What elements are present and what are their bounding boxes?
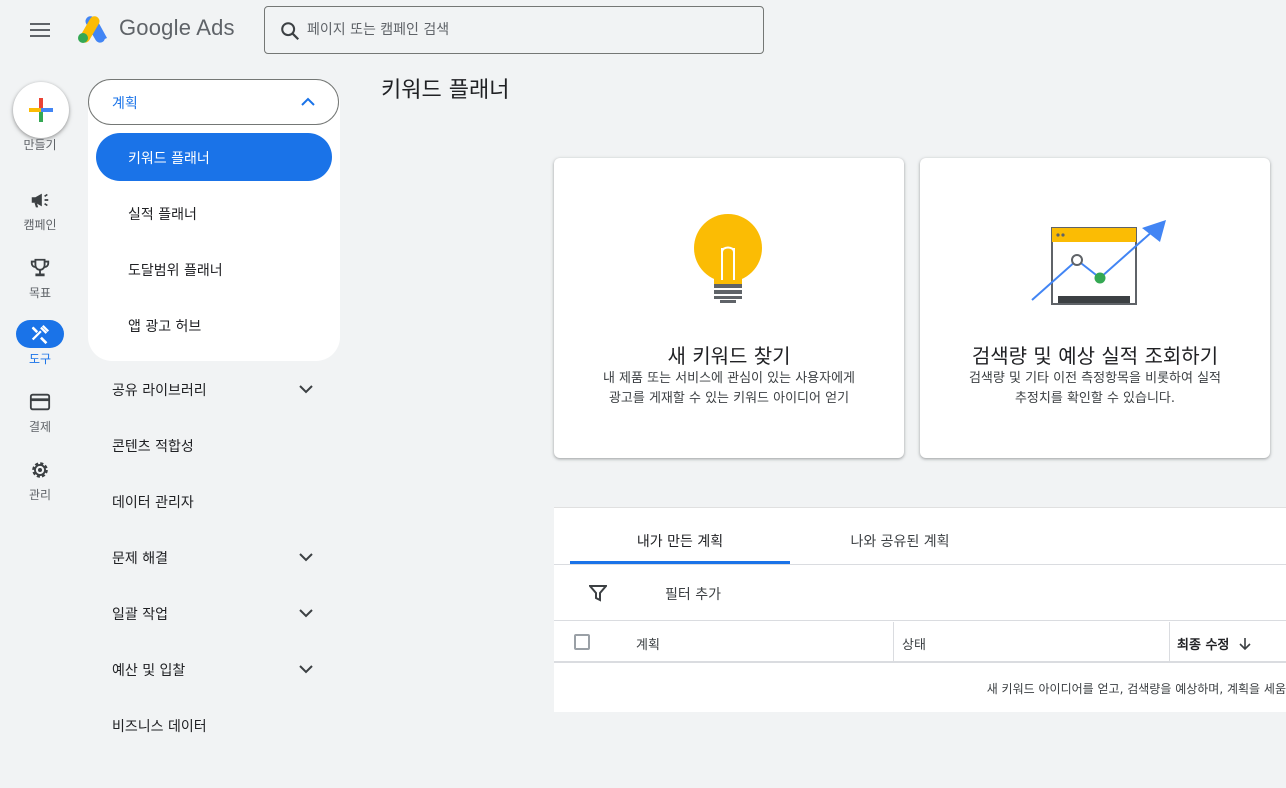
column-header-last-modified[interactable]: 최종 수정: [1177, 634, 1252, 653]
column-header-plan[interactable]: 계획: [636, 634, 660, 653]
subnav-item-content-suitability[interactable]: 콘텐츠 적합성: [88, 417, 340, 473]
empty-state-text: 새 키워드 아이디어를 얻고, 검색량을 예상하며, 계획을 세움: [986, 682, 1286, 696]
plans-panel: 내가 만든 계획 나와 공유된 계획 필터 추가 계획 상태 최종 수정 새 키…: [554, 507, 1286, 712]
trophy-icon: [30, 258, 50, 277]
tab-shared-plans[interactable]: 나와 공유된 계획: [790, 508, 1010, 564]
top-bar: Google Ads: [0, 0, 1286, 60]
rail-label: 관리: [28, 488, 52, 502]
tools-icon: [31, 324, 50, 345]
search-box[interactable]: [264, 6, 764, 54]
create-label: 만들기: [23, 138, 57, 152]
chevron-down-icon: [299, 553, 313, 562]
chevron-down-icon: [299, 665, 313, 674]
main-menu-button[interactable]: [24, 16, 56, 44]
chevron-down-icon: [299, 385, 313, 394]
add-filter-button[interactable]: 필터 추가: [665, 584, 721, 604]
discover-keywords-card[interactable]: 새 키워드 찾기 내 제품 또는 서비스에 관심이 있는 사용자에게 광고를 게…: [554, 158, 904, 458]
table-header: 계획 상태 최종 수정: [554, 622, 1286, 663]
group-title: 계획: [112, 96, 138, 112]
megaphone-icon: [31, 193, 49, 208]
subnav-item-budgets-bidding[interactable]: 예산 및 입찰: [88, 641, 340, 697]
subnav-item-keyword-planner[interactable]: 키워드 플래너: [96, 133, 332, 181]
brand-name: Google Ads: [119, 15, 235, 40]
search-icon: [281, 22, 300, 41]
tools-subnav: 계획 키워드 플래너 실적 플래너 도달범위 플래너 앱 광고 허브 공유 라이…: [88, 79, 340, 753]
card-description: 검색량 및 기타 이전 측정항목을 비롯하여 실적 추정치를 확인할 수 있습니…: [968, 371, 1222, 406]
plus-icon: [29, 98, 53, 122]
rail-label: 캠페인: [23, 218, 57, 232]
subnav-item-shared-library[interactable]: 공유 라이브러리: [88, 361, 340, 417]
lightbulb-icon: [694, 214, 762, 303]
tab-my-plans[interactable]: 내가 만든 계획: [570, 508, 790, 564]
gear-icon: [32, 462, 48, 478]
google-ads-logo-icon: [78, 16, 107, 43]
rail-label: 도구: [28, 352, 52, 366]
card-description: 내 제품 또는 서비스에 관심이 있는 사용자에게 광고를 게재할 수 있는 키…: [602, 371, 856, 406]
column-header-status[interactable]: 상태: [902, 634, 926, 653]
subnav-item-reach-planner[interactable]: 도달범위 플래너: [96, 245, 332, 293]
filter-icon[interactable]: [589, 584, 607, 602]
chevron-down-icon: [299, 609, 313, 618]
search-input[interactable]: [307, 17, 747, 43]
rail-item-campaigns[interactable]: 캠페인: [0, 186, 80, 233]
rail-item-admin[interactable]: 관리: [0, 456, 80, 503]
subnav-item-data-manager[interactable]: 데이터 관리자: [88, 473, 340, 529]
subnav-item-performance-planner[interactable]: 실적 플래너: [96, 189, 332, 237]
select-all-checkbox[interactable]: [574, 634, 590, 650]
credit-card-icon: [29, 393, 51, 411]
subnav-item-business-data[interactable]: 비즈니스 데이터: [88, 697, 340, 753]
subnav-item-app-ads-hub[interactable]: 앱 광고 허브: [96, 301, 332, 349]
page-title: 키워드 플래너: [381, 78, 510, 103]
filter-bar: 필터 추가: [554, 565, 1286, 621]
card-title: 검색량 및 예상 실적 조회하기: [971, 344, 1219, 368]
hamburger-icon: [30, 23, 50, 25]
trend-chart-icon: [1031, 220, 1166, 305]
create-button[interactable]: [13, 82, 69, 138]
rail-item-goals[interactable]: 목표: [0, 254, 80, 301]
rail-label: 목표: [28, 286, 52, 300]
rail-label: 결제: [28, 420, 52, 434]
subnav-item-bulk-actions[interactable]: 일괄 작업: [88, 585, 340, 641]
planning-group-header[interactable]: 계획: [88, 79, 339, 125]
subnav-item-troubleshooting[interactable]: 문제 해결: [88, 529, 340, 585]
rail-item-billing[interactable]: 결제: [0, 388, 80, 435]
rail-item-tools[interactable]: 도구: [0, 320, 80, 367]
planning-group: 계획 키워드 플래너 실적 플래너 도달범위 플래너 앱 광고 허브: [88, 79, 340, 361]
chevron-up-icon: [301, 97, 315, 106]
arrow-down-icon: [1239, 638, 1251, 651]
card-title: 새 키워드 찾기: [667, 344, 791, 368]
forecast-card[interactable]: 검색량 및 예상 실적 조회하기 검색량 및 기타 이전 측정항목을 비롯하여 …: [920, 158, 1270, 458]
